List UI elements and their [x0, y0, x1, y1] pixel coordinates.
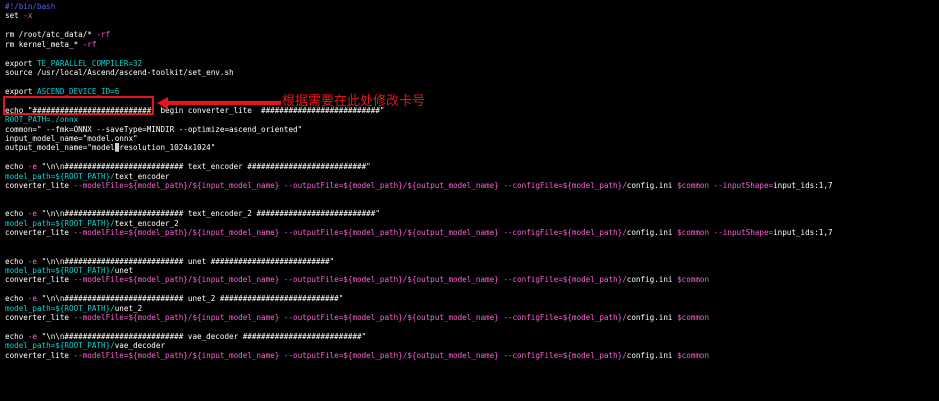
code-token: #!/bin/bash [5, 2, 56, 11]
code-token: "\n\n########################## unet_2 #… [41, 294, 344, 304]
code-token: common=" --fmk=ONNX --saveType=MINDIR --… [5, 124, 303, 134]
code-token: -e [27, 332, 42, 342]
code-token: unet [114, 266, 134, 276]
code-token: vae_decoder [114, 341, 166, 351]
code-token: ROOT_PATH=./onnx [5, 115, 79, 125]
code-token: -e [27, 294, 42, 304]
code-token: $common [677, 313, 710, 323]
terminal-window[interactable]: #!/bin/bash set -x rm /root/atc_data/* -rf… [0, 0, 939, 401]
arrow-left-icon [157, 97, 281, 109]
code-token: config.ini [626, 313, 678, 323]
code-token: converter_lite [5, 181, 74, 191]
code-token: model_path=${ROOT_PATH}/ [5, 303, 115, 313]
code-token: rm kernel_meta_* [5, 39, 83, 49]
code-line: output_model_name="model_resolution_1024… [5, 143, 216, 153]
code-line: echo -e "\n\n########################## … [5, 162, 371, 171]
code-token: unet_2 [114, 303, 143, 313]
code-token: echo [5, 209, 28, 219]
code-line: model_path=${ROOT_PATH}/vae_decoder [5, 341, 165, 350]
code-token: --modelFile=${model_path}/${input_model_… [73, 181, 627, 191]
code-token: echo [5, 162, 28, 172]
code-token: --modelFile=${model_path}/${input_model_… [73, 313, 627, 323]
code-token: -e [27, 256, 42, 266]
code-token: model_path=${ROOT_PATH}/ [5, 171, 115, 181]
code-token: converter_lite [5, 313, 74, 323]
code-token: -rf [82, 39, 97, 49]
code-line: echo -e "\n\n########################## … [5, 294, 343, 303]
code-line: echo -e "\n\n########################## … [5, 209, 380, 218]
code-token: rm /root/atc_data/* [5, 30, 97, 40]
code-line: export TE_PARALLEL_COMPILER=32 [5, 59, 142, 68]
code-token: $common --inputShape= [677, 181, 774, 191]
annotation-label: 根据需要在此处修改卡号 [282, 94, 426, 109]
code-token: --modelFile=${model_path}/${input_model_… [73, 350, 627, 360]
code-token: model_path=${ROOT_PATH}/ [5, 341, 115, 351]
code-token: export [5, 86, 38, 96]
code-token: input_ids:1,7 [773, 181, 833, 191]
code-line: converter_lite --modelFile=${model_path}… [5, 275, 709, 284]
code-line: set -x [5, 11, 32, 20]
code-token: input_model_name="model.onnx" [5, 134, 138, 144]
code-token: config.ini [626, 350, 678, 360]
code-token: -e [27, 162, 42, 172]
code-token: -rf [96, 30, 111, 40]
code-token: "\n\n########################## unet ###… [41, 256, 335, 266]
code-line: converter_lite --modelFile=${model_path}… [5, 351, 709, 360]
code-token: $common --inputShape= [677, 228, 774, 238]
code-line: ROOT_PATH=./onnx [5, 115, 78, 124]
code-line: input_model_name="model.onnx" [5, 134, 138, 143]
code-line: source /usr/local/Ascend/ascend-toolkit/… [5, 68, 234, 77]
code-token: converter_lite [5, 228, 74, 238]
code-token: -x [23, 11, 33, 21]
code-line: rm /root/atc_data/* -rf [5, 30, 110, 39]
code-token: config.ini [626, 228, 678, 238]
code-token: text_encoder [114, 171, 170, 181]
code-line: #!/bin/bash [5, 2, 55, 11]
code-token: echo [5, 256, 28, 266]
code-line: echo -e "\n\n########################## … [5, 332, 366, 341]
code-line: common=" --fmk=ONNX --saveType=MINDIR --… [5, 125, 302, 134]
code-token: converter_lite [5, 275, 74, 285]
code-line: model_path=${ROOT_PATH}/text_encoder [5, 172, 170, 181]
code-token: echo [5, 294, 28, 304]
code-line: converter_lite --modelFile=${model_path}… [5, 181, 833, 190]
code-token: -e [27, 209, 42, 219]
code-line: model_path=${ROOT_PATH}/text_encoder_2 [5, 219, 179, 228]
code-token: resolution_1024x1024" [119, 143, 216, 153]
code-token: source /usr/local/Ascend/ascend-toolkit/… [5, 68, 234, 77]
code-token: --modelFile=${model_path}/${input_model_… [73, 275, 627, 285]
code-token: "\n\n########################## text_enc… [41, 162, 371, 172]
code-token: export [5, 58, 38, 68]
code-token: output_model_name="model [5, 143, 115, 153]
code-token: model_path=${ROOT_PATH}/ [5, 218, 115, 228]
code-token: $common [677, 350, 710, 360]
code-token: set [5, 11, 24, 21]
code-token: config.ini [626, 181, 678, 191]
code-token: text_encoder_2 [114, 218, 179, 228]
code-line: export ASCEND_DEVICE_ID=6 [5, 87, 119, 96]
code-token: --modelFile=${model_path}/${input_model_… [73, 228, 627, 238]
code-token: echo [5, 332, 28, 342]
code-line: converter_lite --modelFile=${model_path}… [5, 228, 833, 237]
code-token: $common [677, 275, 710, 285]
code-token: model_path=${ROOT_PATH}/ [5, 266, 115, 276]
code-token: TE_PARALLEL_COMPILER=32 [37, 58, 143, 68]
code-line: rm kernel_meta_* -rf [5, 40, 96, 49]
code-line: converter_lite --modelFile=${model_path}… [5, 313, 709, 322]
code-token: "\n\n########################## vae_deco… [41, 332, 367, 342]
code-token: "\n\n########################## text_enc… [41, 209, 380, 219]
code-line: echo -e "\n\n########################## … [5, 257, 334, 266]
code-token: ASCEND_DEVICE_ID=6 [37, 86, 120, 96]
code-token: config.ini [626, 275, 678, 285]
code-token: converter_lite [5, 350, 74, 360]
code-line: model_path=${ROOT_PATH}/unet_2 [5, 304, 142, 313]
highlight-box [3, 96, 154, 115]
code-line: model_path=${ROOT_PATH}/unet [5, 266, 133, 275]
code-token: input_ids:1,7 [773, 228, 833, 238]
